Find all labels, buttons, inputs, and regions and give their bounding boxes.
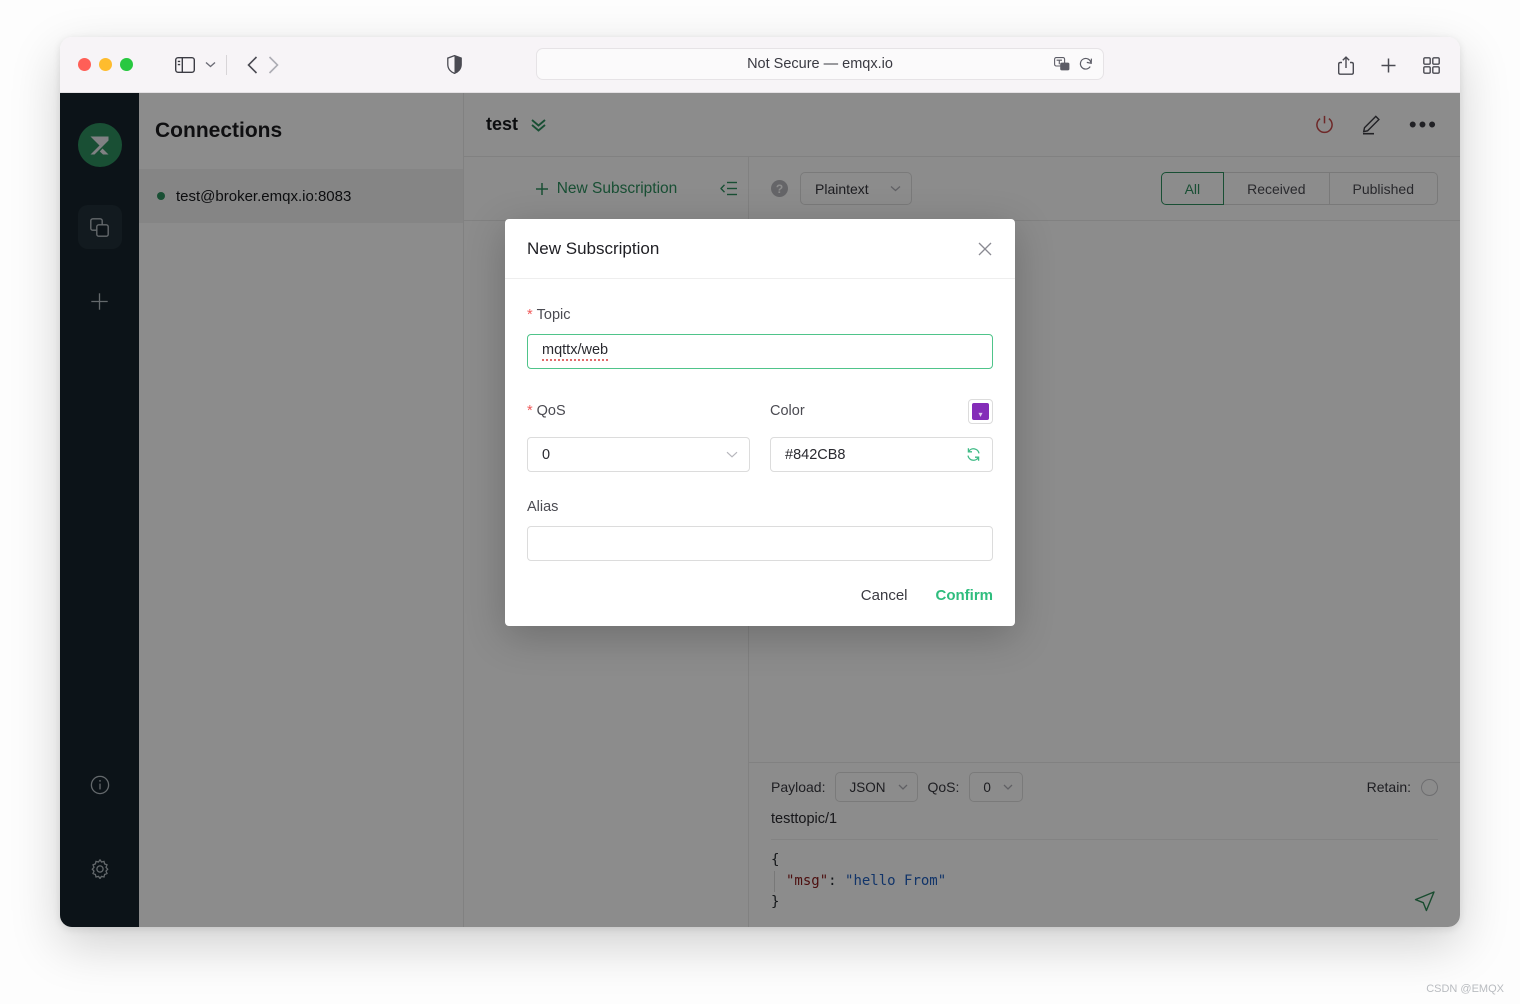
svg-text:文: 文 <box>1062 63 1068 71</box>
chevron-down-icon: ▾ <box>978 410 982 420</box>
required-star: * <box>527 307 533 323</box>
color-label-text: Color <box>770 403 805 419</box>
refresh-icon[interactable] <box>966 447 981 462</box>
shield-icon[interactable] <box>447 55 462 74</box>
translate-icon[interactable]: 文 <box>1054 57 1070 71</box>
minimize-window-button[interactable] <box>99 58 112 71</box>
color-column: Color ▾ #842CB8 <box>770 396 993 472</box>
page-root: Not Secure — emqx.io 文 <box>0 0 1520 1004</box>
sidebar-chevron-down-icon[interactable] <box>205 61 216 68</box>
new-subscription-dialog: New Subscription *Topic mqttx/web <box>505 219 1015 626</box>
qos-label-wrap: *QoS <box>527 403 566 419</box>
back-arrow-icon[interactable] <box>247 56 258 74</box>
toolbar-divider <box>226 55 227 75</box>
maximize-window-button[interactable] <box>120 58 133 71</box>
dialog-header: New Subscription <box>505 219 1015 279</box>
dialog-footer: Cancel Confirm <box>505 567 1015 626</box>
reload-icon[interactable] <box>1079 57 1093 71</box>
qos-select[interactable]: 0 <box>527 437 750 472</box>
qos-column: *QoS 0 <box>527 396 750 472</box>
dialog-body: *Topic mqttx/web *QoS 0 <box>505 279 1015 567</box>
alias-block: Alias <box>527 499 993 561</box>
qos-select-value: 0 <box>542 447 550 463</box>
color-field-label: Color ▾ <box>770 396 993 426</box>
cancel-button[interactable]: Cancel <box>861 587 908 604</box>
qos-color-row: *QoS 0 <box>527 396 993 472</box>
address-bar-text: Not Secure — emqx.io <box>747 56 893 72</box>
alias-input[interactable] <box>527 526 993 561</box>
close-window-button[interactable] <box>78 58 91 71</box>
dialog-title: New Subscription <box>527 239 659 259</box>
topic-label-text: Topic <box>537 307 571 323</box>
share-icon[interactable] <box>1338 56 1354 75</box>
browser-window: Not Secure — emqx.io 文 <box>60 37 1460 927</box>
color-hex-input[interactable]: #842CB8 <box>770 437 993 472</box>
browser-toolbar: Not Secure — emqx.io 文 <box>60 37 1460 93</box>
new-tab-plus-icon[interactable] <box>1380 57 1397 74</box>
window-controls <box>78 58 133 71</box>
tab-overview-icon[interactable] <box>1423 57 1440 74</box>
address-bar[interactable]: Not Secure — emqx.io 文 <box>536 48 1104 80</box>
qos-label-text: QoS <box>537 403 566 419</box>
confirm-button[interactable]: Confirm <box>936 587 994 604</box>
sidebar-toggle-icon[interactable] <box>175 57 195 73</box>
color-swatch: ▾ <box>972 403 989 420</box>
topic-input-value: mqttx/web <box>542 342 608 361</box>
required-star: * <box>527 403 533 419</box>
address-bar-icons: 文 <box>1054 57 1093 71</box>
alias-label: Alias <box>527 499 993 515</box>
color-swatch-button[interactable]: ▾ <box>968 399 993 424</box>
forward-arrow-icon[interactable] <box>268 56 279 74</box>
qos-field-label: *QoS <box>527 396 750 426</box>
close-icon[interactable] <box>977 241 993 257</box>
topic-field-label: *Topic <box>527 307 993 323</box>
browser-toolbar-right <box>1338 37 1440 93</box>
topic-input[interactable]: mqttx/web <box>527 334 993 369</box>
color-hex-value: #842CB8 <box>785 447 845 463</box>
watermark: CSDN @EMQX <box>1426 983 1504 995</box>
chevron-down-icon <box>726 451 738 458</box>
